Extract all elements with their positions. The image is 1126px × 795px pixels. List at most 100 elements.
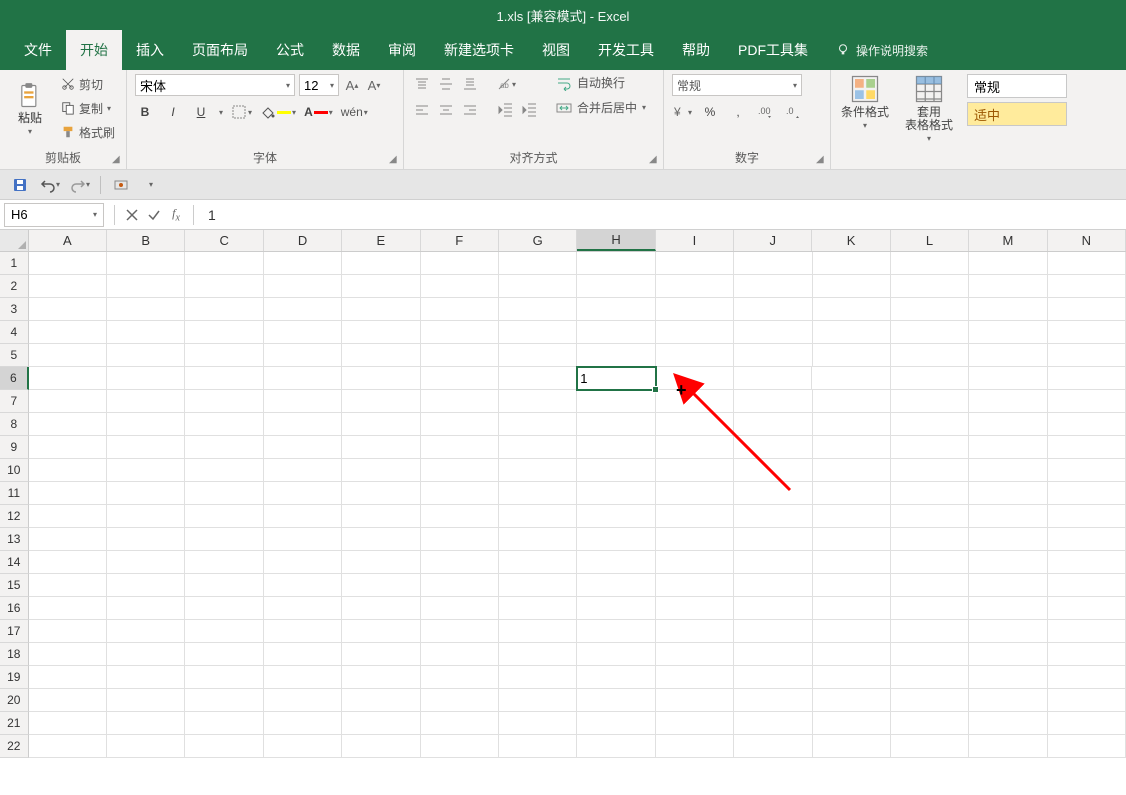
cell-A18[interactable] [29, 643, 107, 666]
tab-developer[interactable]: 开发工具 [584, 30, 668, 70]
cell-G7[interactable] [499, 390, 577, 413]
cell-D7[interactable] [264, 390, 342, 413]
align-right-button[interactable] [460, 100, 480, 120]
cell-B5[interactable] [107, 344, 185, 367]
cell-C8[interactable] [185, 413, 263, 436]
cell-L8[interactable] [891, 413, 969, 436]
cell-H8[interactable] [577, 413, 655, 436]
cell-H20[interactable] [577, 689, 655, 712]
cell-I12[interactable] [656, 505, 734, 528]
cell-B8[interactable] [107, 413, 185, 436]
cell-G15[interactable] [499, 574, 577, 597]
cell-E6[interactable] [342, 367, 420, 390]
cell-M11[interactable] [969, 482, 1047, 505]
cell-K12[interactable] [813, 505, 891, 528]
cell-B13[interactable] [107, 528, 185, 551]
cell-H14[interactable] [577, 551, 655, 574]
cell-A20[interactable] [29, 689, 107, 712]
alignment-dialog-launcher[interactable]: ◢ [649, 155, 661, 167]
align-top-button[interactable] [412, 74, 432, 94]
cell-F12[interactable] [421, 505, 499, 528]
cell-I9[interactable] [656, 436, 734, 459]
cell-J4[interactable] [734, 321, 812, 344]
cell-G20[interactable] [499, 689, 577, 712]
cell-L17[interactable] [891, 620, 969, 643]
orientation-button[interactable]: ab▾ [496, 74, 516, 94]
cell-K2[interactable] [813, 275, 891, 298]
cell-J1[interactable] [734, 252, 812, 275]
cell-N7[interactable] [1048, 390, 1126, 413]
cell-J6[interactable] [734, 367, 812, 390]
row-header-18[interactable]: 18 [0, 643, 29, 666]
cell-E10[interactable] [342, 459, 420, 482]
cell-I15[interactable] [656, 574, 734, 597]
cell-M17[interactable] [969, 620, 1047, 643]
cell-H16[interactable] [577, 597, 655, 620]
cell-G21[interactable] [499, 712, 577, 735]
cell-K21[interactable] [813, 712, 891, 735]
column-header-B[interactable]: B [107, 230, 185, 251]
tab-insert[interactable]: 插入 [122, 30, 178, 70]
cell-C18[interactable] [185, 643, 263, 666]
cell-F21[interactable] [421, 712, 499, 735]
cell-F6[interactable] [421, 367, 499, 390]
align-left-button[interactable] [412, 100, 432, 120]
cell-E13[interactable] [342, 528, 420, 551]
cell-B16[interactable] [107, 597, 185, 620]
font-size-select[interactable]: 12 ▾ [299, 74, 339, 96]
cell-L21[interactable] [891, 712, 969, 735]
cell-C6[interactable] [185, 367, 263, 390]
align-center-button[interactable] [436, 100, 456, 120]
cell-C13[interactable] [185, 528, 263, 551]
cell-B4[interactable] [107, 321, 185, 344]
cell-L10[interactable] [891, 459, 969, 482]
row-header-4[interactable]: 4 [0, 321, 29, 344]
tab-page-layout[interactable]: 页面布局 [178, 30, 262, 70]
cell-E14[interactable] [342, 551, 420, 574]
decrease-font-button[interactable]: A▾ [365, 74, 383, 96]
cell-G2[interactable] [499, 275, 577, 298]
font-name-select[interactable]: 宋体 ▾ [135, 74, 295, 96]
cell-G6[interactable] [499, 367, 577, 390]
cell-N10[interactable] [1048, 459, 1126, 482]
cell-L4[interactable] [891, 321, 969, 344]
cell-C21[interactable] [185, 712, 263, 735]
cell-C20[interactable] [185, 689, 263, 712]
cell-M21[interactable] [969, 712, 1047, 735]
column-header-N[interactable]: N [1048, 230, 1126, 251]
cell-F1[interactable] [421, 252, 499, 275]
column-header-A[interactable]: A [29, 230, 107, 251]
cell-I13[interactable] [656, 528, 734, 551]
cell-H9[interactable] [577, 436, 655, 459]
cell-H7[interactable] [577, 390, 655, 413]
cell-H10[interactable] [577, 459, 655, 482]
cell-L9[interactable] [891, 436, 969, 459]
cell-K3[interactable] [813, 298, 891, 321]
tell-me-search[interactable]: 操作说明搜索 [836, 30, 928, 70]
cell-N6[interactable] [1048, 367, 1126, 390]
formula-input[interactable]: 1 [200, 203, 1126, 227]
redo-button[interactable]: ▾ [70, 175, 90, 195]
cell-style-normal[interactable]: 常规 [967, 74, 1067, 98]
cell-style-neutral[interactable]: 适中 [967, 102, 1067, 126]
format-as-table-button[interactable]: 套用 表格格式 ▾ [903, 74, 955, 143]
paste-button[interactable]: 粘贴 ▾ [8, 74, 52, 144]
column-header-C[interactable]: C [185, 230, 263, 251]
cell-A6[interactable] [29, 367, 107, 390]
cell-F11[interactable] [421, 482, 499, 505]
cell-F13[interactable] [421, 528, 499, 551]
cell-F22[interactable] [421, 735, 499, 758]
cell-L6[interactable] [891, 367, 969, 390]
cell-N22[interactable] [1048, 735, 1126, 758]
cell-D2[interactable] [264, 275, 342, 298]
cell-B2[interactable] [107, 275, 185, 298]
cell-A13[interactable] [29, 528, 107, 551]
column-header-J[interactable]: J [734, 230, 812, 251]
row-header-10[interactable]: 10 [0, 459, 29, 482]
cell-C3[interactable] [185, 298, 263, 321]
cell-J11[interactable] [734, 482, 812, 505]
row-header-5[interactable]: 5 [0, 344, 29, 367]
cell-H15[interactable] [577, 574, 655, 597]
cell-M8[interactable] [969, 413, 1047, 436]
cell-I20[interactable] [656, 689, 734, 712]
